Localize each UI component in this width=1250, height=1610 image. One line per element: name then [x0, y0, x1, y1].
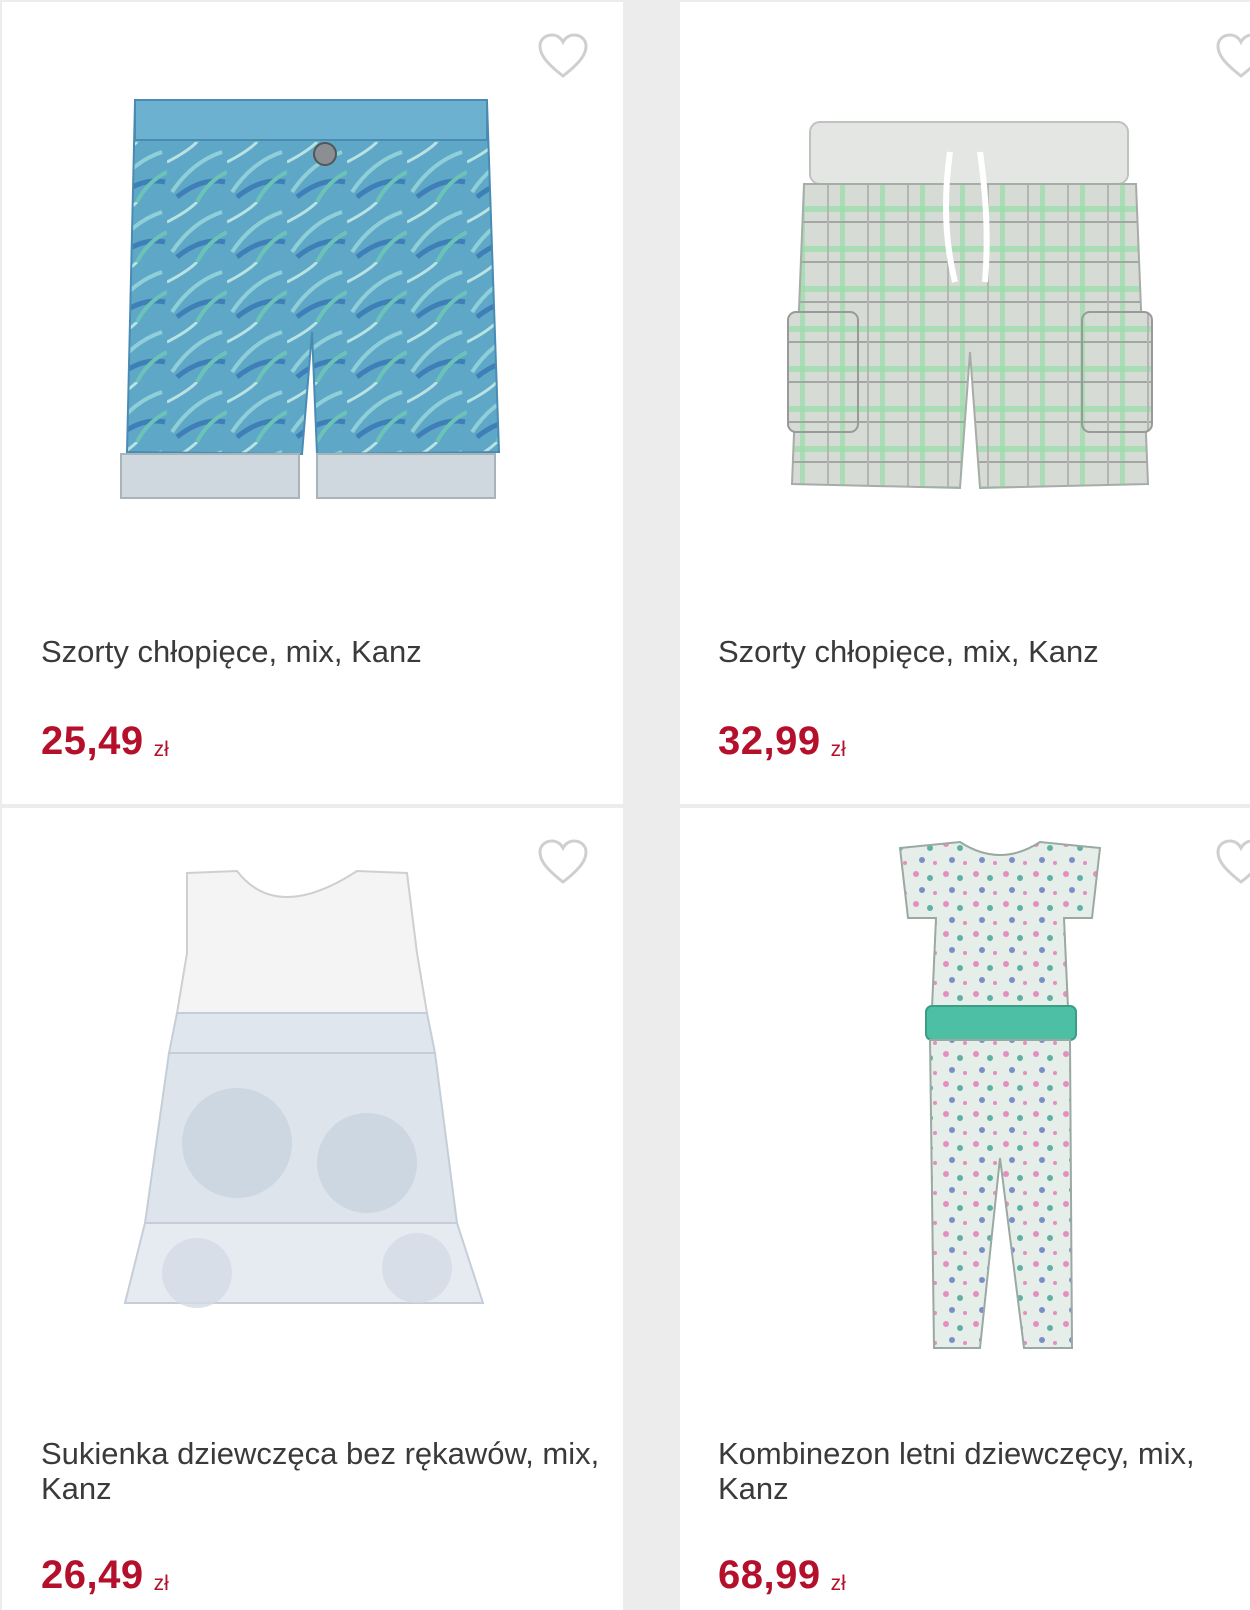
sleeveless-dress-illustration — [123, 869, 485, 1308]
price-currency: zł — [153, 738, 169, 761]
product-price: 25,49 zł — [41, 719, 169, 764]
product-title[interactable]: Szorty chłopięce, mix, Kanz — [41, 634, 601, 669]
product-price: 32,99 zł — [718, 719, 846, 764]
wishlist-heart-icon[interactable] — [537, 838, 589, 886]
product-card[interactable]: Szorty chłopięce, mix, Kanz 32,99 zł — [680, 2, 1250, 804]
product-card[interactable]: Kombinezon letni dziewczęcy, mix, Kanz 6… — [680, 808, 1250, 1610]
product-price: 68,99 zł — [718, 1553, 846, 1598]
price-amount: 25,49 — [41, 719, 144, 763]
palm-print-shorts-illustration — [120, 99, 501, 499]
price-currency: zł — [153, 1572, 169, 1595]
product-image-floral-jumpsuit[interactable] — [680, 808, 1250, 1388]
product-grid: Szorty chłopięce, mix, Kanz 25,49 zł Szo… — [0, 0, 1250, 1610]
product-title[interactable]: Sukienka dziewczęca bez rękawów, mix, Ka… — [41, 1436, 601, 1506]
price-currency: zł — [830, 1572, 846, 1595]
product-image-sleeveless-dress[interactable] — [2, 808, 623, 1388]
product-card[interactable]: Sukienka dziewczęca bez rękawów, mix, Ka… — [2, 808, 623, 1610]
product-price: 26,49 zł — [41, 1553, 169, 1598]
plaid-cargo-shorts-illustration — [787, 121, 1153, 490]
product-title[interactable]: Szorty chłopięce, mix, Kanz — [718, 634, 1250, 669]
product-image-palm-shorts[interactable] — [2, 2, 623, 582]
product-image-plaid-shorts[interactable] — [680, 2, 1250, 582]
price-amount: 68,99 — [718, 1553, 821, 1597]
wishlist-heart-icon[interactable] — [1215, 32, 1250, 80]
price-amount: 32,99 — [718, 719, 821, 763]
price-amount: 26,49 — [41, 1553, 144, 1597]
floral-jumpsuit-illustration — [898, 840, 1102, 1349]
product-card[interactable]: Szorty chłopięce, mix, Kanz 25,49 zł — [2, 2, 623, 804]
wishlist-heart-icon[interactable] — [537, 32, 589, 80]
wishlist-heart-icon[interactable] — [1215, 838, 1250, 886]
product-title[interactable]: Kombinezon letni dziewczęcy, mix, Kanz — [718, 1436, 1250, 1506]
price-currency: zł — [830, 738, 846, 761]
